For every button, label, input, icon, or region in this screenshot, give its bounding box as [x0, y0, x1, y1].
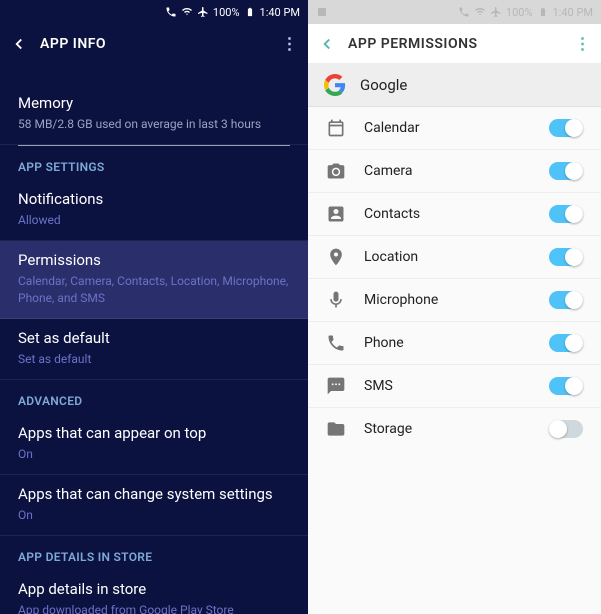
permission-contacts: Contacts: [308, 193, 601, 236]
permissions-title: Permissions: [18, 251, 290, 269]
permission-label: Location: [364, 249, 531, 265]
permissions-item[interactable]: Permissions Calendar, Camera, Contacts, …: [0, 241, 308, 318]
permissions-sub: Calendar, Camera, Contacts, Location, Mi…: [18, 273, 290, 305]
wifi-icon: [181, 6, 193, 18]
airplane-icon: [490, 6, 502, 18]
wifi-icon: [474, 6, 486, 18]
set-default-item[interactable]: Set as default Set as default: [0, 319, 308, 380]
location-icon: [326, 247, 346, 267]
change-system-title: Apps that can change system settings: [18, 485, 290, 503]
store-title: App details in store: [18, 580, 290, 598]
permission-microphone: Microphone: [308, 279, 601, 322]
battery-icon: [244, 6, 256, 18]
memory-item[interactable]: Memory 58 MB/2.8 GB used on average in l…: [0, 84, 308, 145]
permission-calendar: Calendar: [308, 107, 601, 150]
back-button[interactable]: [10, 35, 28, 53]
app-permissions-header: APP PERMISSIONS ⋮: [308, 24, 601, 64]
notifications-item[interactable]: Notifications Allowed: [0, 180, 308, 241]
change-system-sub: On: [18, 507, 290, 523]
appear-on-top-sub: On: [18, 446, 290, 462]
section-store: APP DETAILS IN STORE: [0, 536, 308, 570]
permission-toggle[interactable]: [549, 291, 583, 309]
app-row: Google: [308, 64, 601, 107]
change-system-item[interactable]: Apps that can change system settings On: [0, 475, 308, 536]
set-default-sub: Set as default: [18, 351, 290, 367]
permission-storage: Storage: [308, 408, 601, 450]
notification-icon: [316, 6, 328, 18]
permission-toggle[interactable]: [549, 119, 583, 137]
permission-toggle[interactable]: [549, 162, 583, 180]
status-bar: 100% 1:40 PM: [0, 0, 308, 24]
app-info-panel: 100% 1:40 PM APP INFO ⋮ Memory 58 MB/2.8…: [0, 0, 308, 614]
section-advanced: ADVANCED: [0, 380, 308, 414]
battery-icon: [537, 6, 549, 18]
call-icon: [458, 6, 470, 18]
permission-camera: Camera: [308, 150, 601, 193]
google-logo-icon: [324, 74, 346, 96]
notifications-title: Notifications: [18, 190, 290, 208]
storage-icon: [326, 419, 346, 439]
permission-label: Calendar: [364, 120, 531, 136]
permission-label: Phone: [364, 335, 531, 351]
phone-icon: [326, 333, 346, 353]
section-app-settings: APP SETTINGS: [0, 146, 308, 180]
overflow-menu-button[interactable]: ⋮: [282, 36, 299, 52]
status-bar: 100% 1:40 PM: [308, 0, 601, 24]
contacts-icon: [326, 204, 346, 224]
notifications-sub: Allowed: [18, 212, 290, 228]
clock-text: 1:40 PM: [260, 6, 300, 19]
permission-list: Calendar Camera Contacts Location Microphone…: [308, 107, 601, 450]
store-item[interactable]: App details in store App downloaded from…: [0, 570, 308, 614]
airplane-icon: [197, 6, 209, 18]
microphone-icon: [326, 290, 346, 310]
battery-percent: 100%: [213, 6, 240, 19]
app-name: Google: [360, 76, 407, 94]
permission-toggle[interactable]: [549, 420, 583, 438]
calendar-icon: [326, 118, 346, 138]
appear-on-top-title: Apps that can appear on top: [18, 424, 290, 442]
permission-location: Location: [308, 236, 601, 279]
permission-toggle[interactable]: [549, 248, 583, 266]
permission-toggle[interactable]: [549, 334, 583, 352]
call-icon: [165, 6, 177, 18]
app-permissions-panel: 100% 1:40 PM APP PERMISSIONS ⋮ Google Ca…: [308, 0, 601, 614]
sms-icon: [326, 376, 346, 396]
battery-percent: 100%: [506, 6, 533, 19]
set-default-title: Set as default: [18, 329, 290, 347]
permission-label: Camera: [364, 163, 531, 179]
appear-on-top-item[interactable]: Apps that can appear on top On: [0, 414, 308, 475]
permission-label: Microphone: [364, 292, 531, 308]
permission-sms: SMS: [308, 365, 601, 408]
back-button[interactable]: [318, 35, 336, 53]
page-title: APP INFO: [40, 36, 106, 52]
clock-text: 1:40 PM: [553, 6, 593, 19]
permission-label: SMS: [364, 378, 531, 394]
permission-label: Contacts: [364, 206, 531, 222]
permission-toggle[interactable]: [549, 205, 583, 223]
camera-icon: [326, 161, 346, 181]
page-title: APP PERMISSIONS: [348, 36, 478, 52]
overflow-menu-button[interactable]: ⋮: [575, 36, 592, 52]
permission-toggle[interactable]: [549, 377, 583, 395]
permission-label: Storage: [364, 421, 531, 437]
app-info-header: APP INFO ⋮: [0, 24, 308, 64]
store-sub: App downloaded from Google Play Store: [18, 602, 290, 614]
permission-phone: Phone: [308, 322, 601, 365]
memory-title: Memory: [18, 94, 290, 112]
memory-sub: 58 MB/2.8 GB used on average in last 3 h…: [18, 116, 290, 132]
